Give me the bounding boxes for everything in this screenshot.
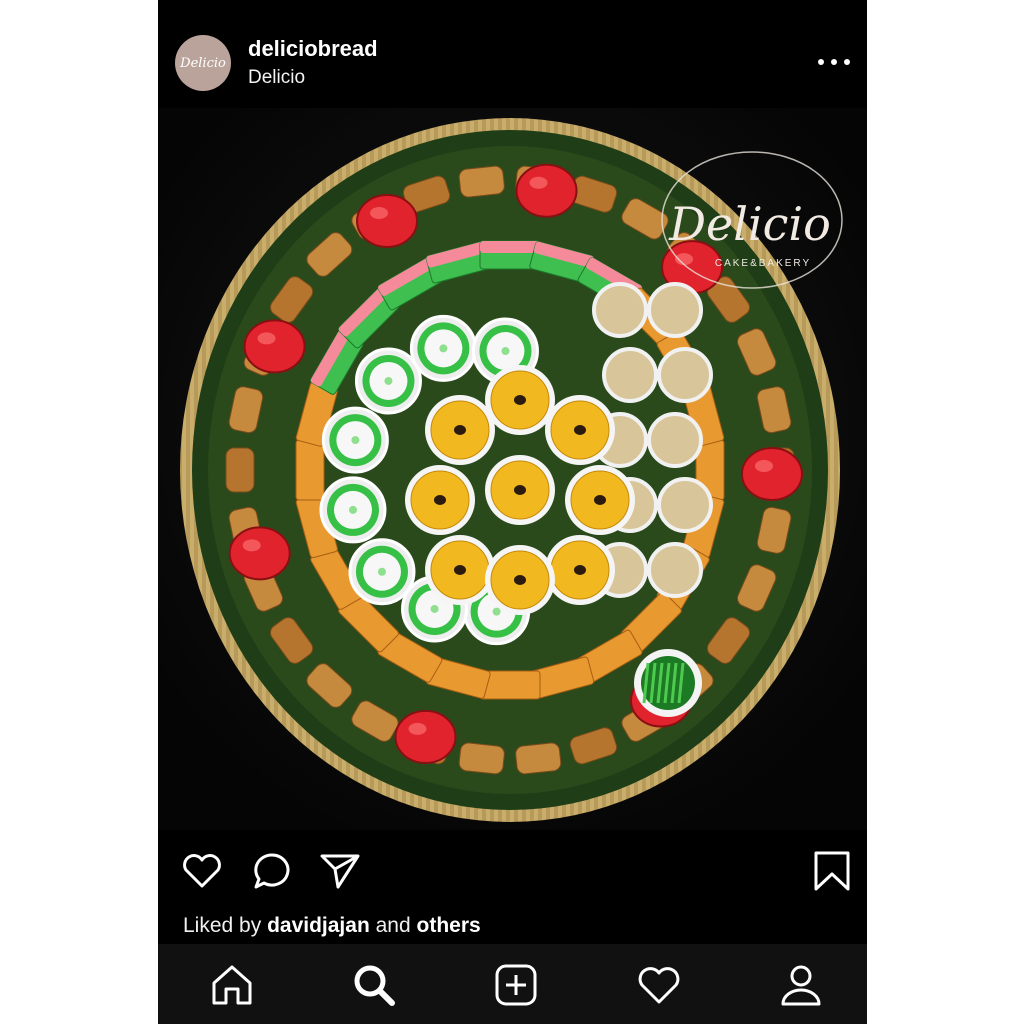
search-icon[interactable] — [350, 961, 398, 1009]
watermark-logo-text: Delicio — [668, 197, 831, 251]
post-actions — [158, 835, 867, 905]
comment-icon[interactable] — [250, 849, 294, 893]
liked-others-link[interactable]: others — [417, 914, 481, 937]
post-photo[interactable]: Delicio CAKE&BAKERY — [158, 108, 867, 830]
username[interactable]: deliciobread — [248, 36, 378, 62]
profile-icon[interactable] — [777, 961, 825, 1009]
post-header: Delicio deliciobread Delicio — [158, 0, 867, 108]
watermark-tagline: CAKE&BAKERY — [715, 258, 811, 269]
liked-prefix: Liked by — [183, 914, 262, 937]
bookmark-icon[interactable] — [810, 849, 854, 893]
more-options-icon[interactable] — [818, 52, 850, 72]
liked-mid: and — [375, 914, 411, 937]
instagram-post-screen: Delicio deliciobread Delicio Delicio CAK… — [158, 0, 867, 1024]
liked-user-link[interactable]: davidjajan — [267, 914, 370, 937]
avatar[interactable]: Delicio — [175, 35, 231, 91]
snack-platter-image: Delicio CAKE&BAKERY — [158, 108, 867, 830]
add-post-icon[interactable] — [492, 961, 540, 1009]
paper-plane-icon[interactable] — [318, 849, 362, 893]
likes-summary: Liked by davidjajan and others — [183, 914, 481, 938]
activity-heart-icon[interactable] — [635, 961, 683, 1009]
heart-icon[interactable] — [180, 849, 224, 893]
home-icon[interactable] — [208, 961, 256, 1009]
avatar-logo-text: Delicio — [180, 55, 226, 71]
post-subtitle[interactable]: Delicio — [248, 67, 305, 89]
bottom-navigation — [158, 944, 867, 1024]
